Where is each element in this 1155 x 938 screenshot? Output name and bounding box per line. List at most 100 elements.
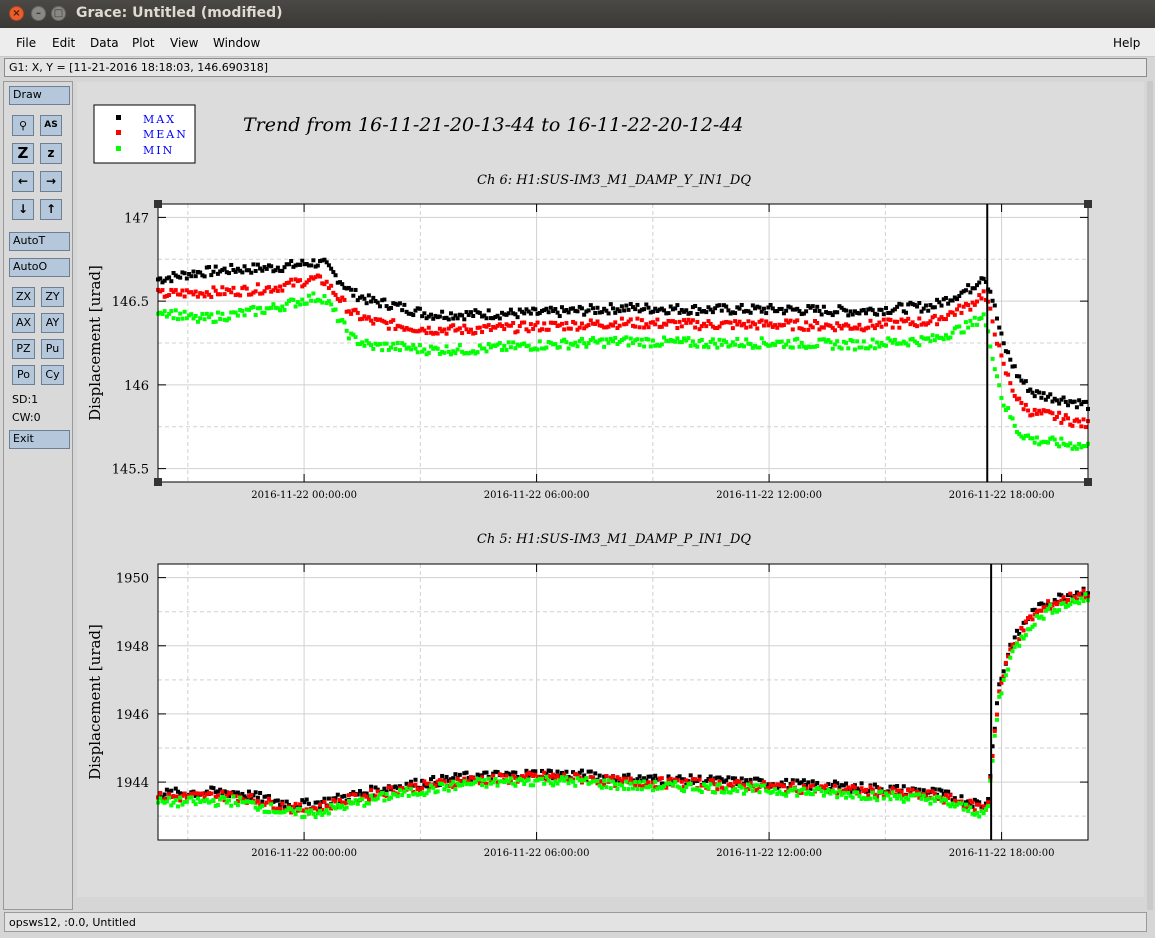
menu-window[interactable]: Window <box>213 36 260 50</box>
data-point-max <box>253 268 258 273</box>
data-point-mean <box>955 307 960 312</box>
data-point-min <box>963 320 968 325</box>
data-point-max <box>990 298 995 303</box>
data-point-min <box>162 309 167 314</box>
scroll-right-button[interactable]: → <box>40 171 62 192</box>
data-point-mean <box>229 290 234 295</box>
y-tick-label: 1946 <box>116 708 149 723</box>
data-point-max <box>642 307 647 312</box>
data-point-min <box>639 787 644 792</box>
data-point-min <box>779 339 784 344</box>
autot-button[interactable]: AutoT <box>9 232 70 251</box>
data-point-mean <box>564 321 569 326</box>
data-point-mean <box>568 326 573 331</box>
close-window-button[interactable]: × <box>9 6 24 21</box>
data-point-mean <box>917 316 922 321</box>
data-point-min <box>426 788 431 793</box>
data-point-min <box>193 313 198 318</box>
data-point-max <box>440 773 445 778</box>
pz-button[interactable]: PZ <box>12 339 35 359</box>
autoscale-button[interactable]: AS <box>40 115 62 136</box>
menu-view[interactable]: View <box>170 36 198 50</box>
data-point-max <box>997 325 1002 330</box>
data-point-min <box>750 788 755 793</box>
minimize-window-button[interactable]: – <box>31 6 46 21</box>
ay-button[interactable]: AY <box>41 313 64 333</box>
graph-ch6[interactable]: 2016-11-22 00:00:00 2016-11-22 06:00:00 20… <box>86 200 1092 501</box>
data-point-min <box>992 733 997 738</box>
po-button[interactable]: Po <box>12 365 35 385</box>
ax-button[interactable]: AX <box>12 313 35 333</box>
data-point-mean <box>679 324 684 329</box>
data-point-max <box>739 302 744 307</box>
data-point-min <box>258 305 263 310</box>
data-point-min <box>189 795 194 800</box>
window-title: Grace: Untitled (modified) <box>76 5 283 21</box>
data-point-min <box>460 782 465 787</box>
plot-canvas[interactable]: MAX MEAN MIN Trend from 16-11-21-20-13-4… <box>77 82 1144 897</box>
data-point-min <box>344 328 349 333</box>
draw-button[interactable]: Draw <box>9 86 70 105</box>
data-point-mean <box>500 773 505 778</box>
menu-data[interactable]: Data <box>90 36 119 50</box>
data-point-mean <box>573 321 578 326</box>
scroll-down-button[interactable]: ↓ <box>12 199 34 220</box>
menu-edit[interactable]: Edit <box>52 36 75 50</box>
data-point-min <box>235 313 240 318</box>
data-point-min <box>480 783 485 788</box>
data-point-mean <box>173 288 178 293</box>
data-point-mean <box>280 288 285 293</box>
data-point-min <box>819 789 824 794</box>
graph-ch5[interactable]: 2016-11-22 00:00:00 2016-11-22 06:00:00 20… <box>86 563 1090 859</box>
vertical-scrollbar[interactable] <box>1147 81 1153 910</box>
data-point-mean <box>209 294 214 299</box>
menu-help[interactable]: Help <box>1113 36 1140 50</box>
zoom-out-icon: z <box>47 146 55 160</box>
data-point-min <box>218 316 223 321</box>
maximize-window-button[interactable]: □ <box>51 6 66 21</box>
data-point-min <box>457 343 462 348</box>
data-point-max <box>812 308 817 313</box>
data-point-min <box>832 790 837 795</box>
zy-button[interactable]: ZY <box>41 287 64 307</box>
autoo-button[interactable]: AutoO <box>9 258 70 277</box>
data-point-mean <box>755 326 760 331</box>
menu-plot[interactable]: Plot <box>132 36 155 50</box>
data-point-mean <box>728 320 733 325</box>
data-point-min <box>761 783 766 788</box>
zoom-out-button[interactable]: z <box>40 143 62 164</box>
data-point-min <box>821 793 826 798</box>
data-point-max <box>429 312 434 317</box>
data-point-min <box>417 343 422 348</box>
data-point-mean <box>366 797 371 802</box>
data-point-min <box>875 340 880 345</box>
data-point-mean <box>611 774 616 779</box>
scroll-up-button[interactable]: ↑ <box>40 199 62 220</box>
data-point-mean <box>764 319 769 324</box>
data-point-min <box>870 337 875 342</box>
menu-file[interactable]: File <box>16 36 36 50</box>
data-point-min <box>875 798 880 803</box>
data-point-max <box>597 773 602 778</box>
data-point-max <box>939 303 944 308</box>
cy-button[interactable]: Cy <box>41 365 64 385</box>
data-point-mean <box>215 793 220 798</box>
scroll-left-button[interactable]: ← <box>12 171 34 192</box>
data-point-mean <box>231 285 236 290</box>
data-point-min <box>486 776 491 781</box>
zoom-button[interactable]: ⚲ <box>12 115 34 136</box>
data-point-mean <box>655 317 660 322</box>
data-point-min <box>360 797 365 802</box>
data-point-mean <box>333 292 338 297</box>
zoom-in-button[interactable]: Z <box>12 143 34 164</box>
exit-button[interactable]: Exit <box>9 430 70 449</box>
data-point-max <box>1006 350 1011 355</box>
data-point-mean <box>970 800 975 805</box>
pu-button[interactable]: Pu <box>41 339 64 359</box>
data-point-min <box>637 342 642 347</box>
data-point-min <box>850 795 855 800</box>
data-point-mean <box>613 320 618 325</box>
data-point-mean <box>182 791 187 796</box>
data-point-mean <box>255 799 260 804</box>
zx-button[interactable]: ZX <box>12 287 35 307</box>
